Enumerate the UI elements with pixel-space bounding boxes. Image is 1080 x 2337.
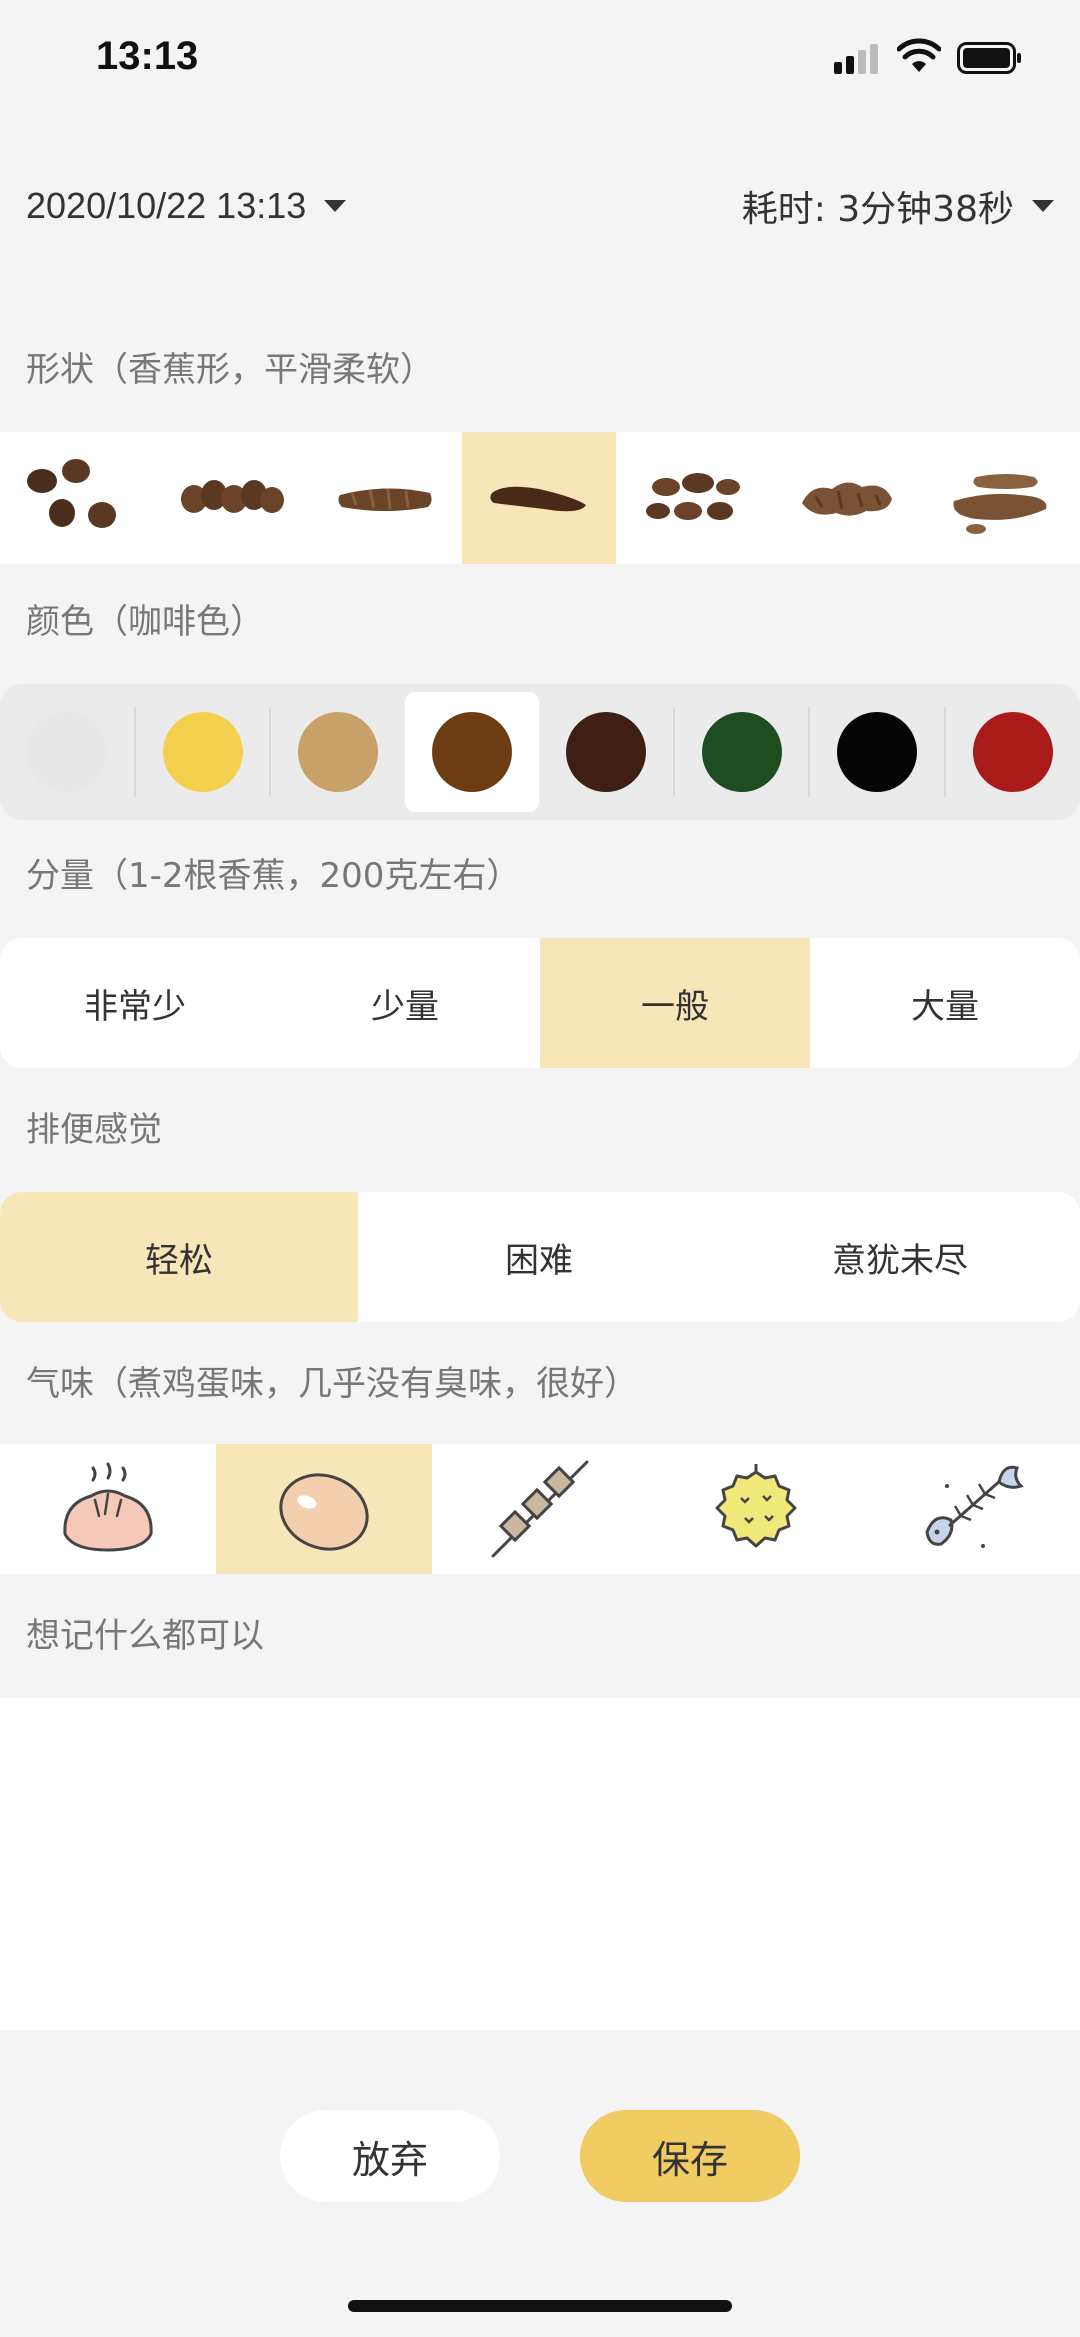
shape-mushy-icon [802,482,892,516]
color-option-1[interactable] [0,692,134,812]
color-option-3[interactable] [271,692,405,812]
notes-label: 想记什么都可以 [26,1616,264,1656]
color-option-4[interactable] [405,692,539,812]
shape-option-lumpy[interactable] [154,432,308,564]
shape-watery-icon [953,474,1047,534]
fishbone-icon [925,1465,1024,1548]
duration-picker[interactable]: 耗时: 3分钟38秒 [742,176,1054,236]
color-option-8[interactable] [946,692,1080,812]
smell-option-durian[interactable] [648,1444,864,1574]
smell-option-bun[interactable] [0,1444,216,1574]
smell-label: 气味（煮鸡蛋味，几乎没有臭味，很好） [26,1364,638,1404]
shape-option-watery[interactable] [924,432,1078,564]
shape-option-cracked[interactable] [308,432,462,564]
color-swatch [162,712,243,792]
battery-icon [957,42,1021,74]
feeling-option-difficult[interactable]: 困难 [358,1192,720,1322]
steamed-bun-icon [63,1462,153,1552]
color-swatch [701,712,782,792]
color-option-5[interactable] [539,692,673,812]
shape-label: 形状（香蕉形，平滑柔软） [26,350,434,390]
cellular-signal-icon [834,44,880,74]
smell-option-egg[interactable] [216,1444,432,1574]
wifi-icon [897,38,941,72]
shape-lumpy-icon [181,480,284,513]
amount-option-large[interactable]: 大量 [810,938,1080,1068]
shape-soft-blobs-icon [646,473,740,520]
datetime-picker[interactable]: 2020/10/22 13:13 [26,176,347,236]
feeling-option-unfinished[interactable]: 意犹未尽 [720,1192,1080,1322]
shape-option-mushy[interactable] [770,432,924,564]
shape-pellets-icon [27,459,116,528]
amount-option-normal[interactable]: 一般 [540,938,810,1068]
egg-icon [279,1473,369,1551]
shape-cracked-icon [338,488,432,511]
color-swatch [837,712,918,792]
feeling-label: 排便感觉 [26,1110,162,1150]
amount-option-very-little[interactable]: 非常少 [0,938,270,1068]
smell-option-fishbone[interactable] [864,1444,1080,1574]
save-button[interactable]: 保存 [580,2110,800,2202]
caret-down-icon [1032,200,1054,212]
color-swatch [565,712,646,792]
home-indicator [348,2300,732,2312]
status-time: 13:13 [96,34,199,78]
color-swatch [26,712,107,792]
amount-selector: 非常少 少量 一般 大量 [0,938,1080,1068]
color-swatch [432,712,513,792]
color-selector [0,684,1080,820]
amount-label: 分量（1-2根香蕉，200克左右） [26,856,521,896]
smell-selector [0,1444,1080,1574]
color-option-6[interactable] [675,692,809,812]
datetime-value: 2020/10/22 13:13 [26,185,307,226]
color-option-7[interactable] [810,692,944,812]
duration-value: 耗时: 3分钟38秒 [741,189,1014,230]
shape-option-smooth[interactable] [462,432,616,564]
caret-down-icon [324,200,347,212]
shape-smooth-icon [490,486,586,512]
amount-option-little[interactable]: 少量 [270,938,540,1068]
discard-button[interactable]: 放弃 [280,2110,500,2202]
shape-option-soft-blobs[interactable] [616,432,770,564]
smell-option-skewer[interactable] [432,1444,648,1574]
durian-icon [715,1464,797,1548]
feeling-option-easy[interactable]: 轻松 [0,1192,358,1322]
color-swatch [298,712,379,792]
color-swatch [973,712,1054,792]
shape-option-pellets[interactable] [0,432,154,564]
feeling-selector: 轻松 困难 意犹未尽 [0,1192,1080,1322]
header-row: 2020/10/22 13:13 耗时: 3分钟38秒 [0,176,1080,236]
color-option-2[interactable] [136,692,270,812]
notes-textarea[interactable] [0,1698,1080,2030]
color-label: 颜色（咖啡色） [26,602,264,642]
shape-selector [0,432,1080,564]
skewer-icon [491,1460,589,1558]
status-bar: 13:13 [0,0,1080,120]
